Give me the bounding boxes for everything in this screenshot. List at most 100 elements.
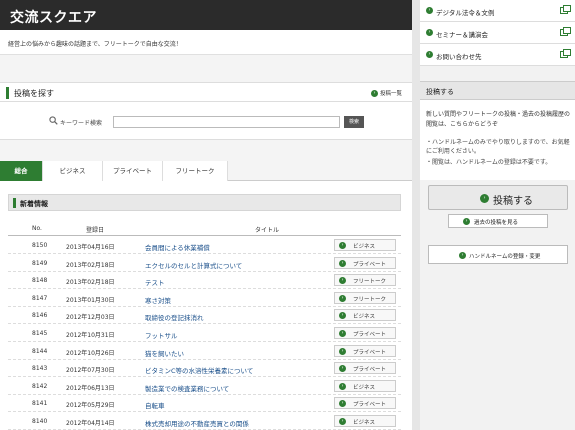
row-category-button[interactable]: › ビジネス <box>334 379 396 392</box>
tab-overall[interactable]: 総合 <box>0 161 43 181</box>
keyword-search-input[interactable] <box>113 116 340 128</box>
news-section-header: 新着情報 <box>8 194 401 211</box>
site-title[interactable]: 交流スクエア <box>10 7 97 27</box>
row-number: 8144 <box>32 347 48 355</box>
row-title-link[interactable]: 株式売却用途の不動産売買との関係 <box>145 418 249 428</box>
row-number: 8149 <box>32 259 48 267</box>
row-number: 8143 <box>32 365 48 373</box>
row-title-link[interactable]: 会員間による休業補償 <box>145 242 210 252</box>
post-note-browse: ・閲覧は、ハンドルネームの登録は不要です。 <box>426 159 552 166</box>
row-date: 2013年02月18日 <box>66 261 115 269</box>
table-row: 8147 2013年01月30日 寒さ対策 › フリートーク <box>8 290 401 307</box>
arrow-circle-icon: › <box>459 252 466 259</box>
column-header-no: No. <box>32 225 42 232</box>
arrow-circle-icon: › <box>463 218 470 225</box>
category-tabs: 総合 ビジネス プライベート フリートーク <box>0 161 412 181</box>
row-title-link[interactable]: テスト <box>145 277 165 287</box>
column-header-date: 登録日 <box>86 227 105 234</box>
arrow-circle-icon: › <box>370 89 378 97</box>
table-header-rule <box>8 235 401 236</box>
row-date: 2012年06月13日 <box>66 384 115 392</box>
site-header: 交流スクエア <box>0 0 412 30</box>
row-category-button[interactable]: › ビジネス <box>334 309 396 322</box>
handle-name-button[interactable]: › ハンドルネームの登録・変更 <box>428 245 568 264</box>
row-category-button[interactable]: › ビジネス <box>334 239 396 251</box>
post-note-handle: ・ハンドルネームのみでやり取りしますので、お気軽にご利用ください。 <box>426 139 570 155</box>
row-category-label: フリートーク <box>353 296 387 303</box>
column-header-title: タイトル <box>255 227 280 234</box>
arrow-circle-icon: › <box>480 194 489 203</box>
arrow-circle-icon: › <box>339 365 346 373</box>
row-category-label: プライベート <box>353 349 387 356</box>
history-button-label: 過去の投稿を見る <box>474 220 519 226</box>
table-row: 8144 2012年10月26日 猫を飼いたい › プライベート <box>8 343 401 360</box>
row-date: 2012年05月29日 <box>66 402 115 410</box>
arrow-circle-icon: › <box>339 382 346 390</box>
keyword-search-label: キーワード検索 <box>60 120 103 127</box>
row-category-button[interactable]: › プライベート <box>334 362 396 375</box>
search-button[interactable]: 検索 <box>344 116 364 128</box>
magnifier-icon <box>49 116 58 125</box>
row-number: 8148 <box>32 277 48 285</box>
row-category-button[interactable]: › プライベート <box>334 256 396 269</box>
arrow-circle-icon: › <box>339 418 346 425</box>
row-date: 2012年12月03日 <box>66 314 115 322</box>
row-date: 2012年10月31日 <box>66 332 115 339</box>
column-divider <box>412 0 420 430</box>
keyword-search-row: キーワード検索 検索 <box>0 102 412 140</box>
row-category-button[interactable]: › ビジネス <box>334 415 396 427</box>
row-title-link[interactable]: 取締役の登記抹消れ <box>145 312 204 322</box>
post-description-box: 新しい質問やフリートークの投稿・過去の投稿履歴の閲覧は、こちらからどうぞ ・ハン… <box>420 100 575 180</box>
row-title-link[interactable]: 猫を飼いたい <box>145 348 184 358</box>
row-number: 8147 <box>32 294 48 302</box>
row-category-button[interactable]: › フリートーク <box>334 274 396 287</box>
row-category-label: ビジネス <box>353 384 376 391</box>
arrow-circle-icon: › <box>339 347 346 355</box>
row-date: 2013年04月16日 <box>66 244 115 251</box>
history-button[interactable]: › 過去の投稿を見る <box>448 214 548 228</box>
row-date: 2013年02月18日 <box>66 279 115 287</box>
table-row: 8145 2012年10月31日 フットサル › プライベート <box>8 325 401 342</box>
tab-free-talk[interactable]: フリートーク <box>163 161 228 181</box>
row-title-link[interactable]: 製造業での検査業務について <box>145 383 229 393</box>
row-category-button[interactable]: › プライベート <box>334 397 396 410</box>
post-button[interactable]: › 投稿する <box>428 185 568 210</box>
post-description: 新しい質問やフリートークの投稿・過去の投稿履歴の閲覧は、こちらからどうぞ <box>426 111 571 128</box>
row-date: 2012年07月30日 <box>66 367 115 375</box>
search-heading: 投稿を探す <box>14 89 54 98</box>
table-row: 8146 2012年12月03日 取締役の登記抹消れ › ビジネス <box>8 307 401 325</box>
row-number: 8140 <box>32 418 48 425</box>
row-category-button[interactable]: › プライベート <box>334 327 396 339</box>
arrow-circle-icon: › <box>339 312 346 320</box>
row-title-link[interactable]: 寒さ対策 <box>145 295 171 305</box>
row-title-link[interactable]: ビタミンC等の水溶性栄養素について <box>145 365 253 375</box>
search-section-header: 投稿を探す › 投稿一覧 <box>0 82 412 102</box>
arrow-circle-icon: › <box>339 294 346 302</box>
row-title-link[interactable]: 自転車 <box>145 400 165 410</box>
heading-accent-bar <box>6 87 9 99</box>
row-category-label: プライベート <box>353 402 387 409</box>
row-category-button[interactable]: › プライベート <box>334 344 396 357</box>
news-heading: 新着情報 <box>20 200 48 208</box>
row-date: 2012年10月26日 <box>66 349 115 357</box>
tab-private[interactable]: プライベート <box>103 161 163 181</box>
row-category-button[interactable]: › フリートーク <box>334 291 396 304</box>
row-title-link[interactable]: エクセルのセルと計算式について <box>145 260 242 270</box>
post-sidebar: 投稿する 新しい質問やフリートークの投稿・過去の投稿履歴の閲覧は、こちらからどう… <box>420 0 575 430</box>
heading-accent-bar <box>13 198 16 208</box>
post-section-header: 投稿する <box>420 81 575 100</box>
post-list-link-label: 投稿一覧 <box>379 91 402 97</box>
arrow-circle-icon: › <box>339 259 346 267</box>
row-date: 2013年01月30日 <box>66 296 115 304</box>
table-row: 8143 2012年07月30日 ビタミンC等の水溶性栄養素について › プライベート <box>8 360 401 378</box>
news-panel: 新着情報 No. 登録日 タイトル 8150 2013年04月16日 会員間による休… <box>0 181 412 430</box>
table-row: 8140 2012年04月14日 株式売却用途の不動産売買との関係 › ビジネス <box>8 413 401 430</box>
post-heading: 投稿する <box>426 88 454 96</box>
arrow-circle-icon: › <box>339 400 346 408</box>
row-category-label: ビジネス <box>353 314 376 321</box>
row-title-link[interactable]: フットサル <box>145 330 178 340</box>
table-row: 8150 2013年04月16日 会員間による休業補償 › ビジネス <box>8 237 401 254</box>
tab-business[interactable]: ビジネス <box>43 161 103 181</box>
arrow-circle-icon: › <box>339 330 346 337</box>
post-list-link[interactable]: › 投稿一覧 <box>370 89 402 97</box>
